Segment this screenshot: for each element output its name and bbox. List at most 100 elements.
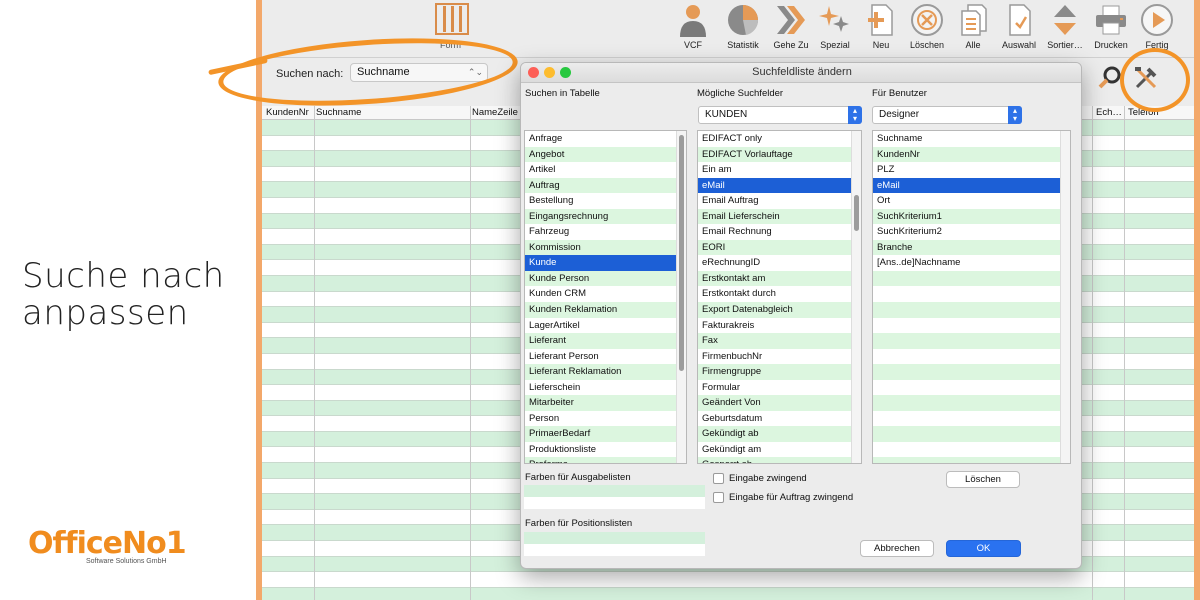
output-color-even[interactable] [524, 497, 705, 509]
auswahl-label: Auswahl [1001, 40, 1037, 50]
col-suchname[interactable]: Suchname [316, 107, 361, 118]
user-field-list-item[interactable]: KundenNr [873, 146, 1070, 163]
alle-button[interactable]: Alle [948, 0, 998, 50]
field-list-item[interactable]: EORI [698, 239, 861, 256]
field-list-item[interactable]: EDIFACT Vorlauftage [698, 146, 861, 163]
field-list-item[interactable]: Formular [698, 379, 861, 396]
field-list-item[interactable]: Ein am [698, 162, 861, 178]
table-list-item[interactable]: Lieferant [525, 333, 686, 349]
field-list-item[interactable]: Geburtsdatum [698, 410, 861, 427]
statistik-button[interactable]: Statistik [718, 0, 768, 50]
gehe-zu-label: Gehe Zu [773, 40, 809, 50]
tables-scrollbar[interactable] [676, 131, 686, 463]
sortieren-button[interactable]: Sortier… [1040, 0, 1090, 50]
abacus-icon[interactable] [434, 2, 470, 36]
table-row[interactable] [262, 572, 1194, 588]
scroll-thumb[interactable] [854, 195, 859, 231]
empty-list-row [873, 317, 1070, 334]
table-list-item[interactable]: Artikel [525, 162, 686, 178]
table-list-item[interactable]: LagerArtikel [525, 317, 686, 334]
empty-list-row [873, 302, 1070, 318]
cancel-button[interactable]: Abbrechen [860, 540, 934, 557]
tables-list[interactable]: Anfrage Angebot Artikel Auftrag Bestellung Ei… [524, 130, 687, 464]
table-list-item[interactable]: Bestellung [525, 193, 686, 209]
user-field-list-item[interactable]: [Ans..de]Nachname [873, 255, 1070, 271]
field-list-item[interactable]: Erstkontakt am [698, 270, 861, 287]
table-list-item[interactable]: Proforma [525, 457, 686, 463]
loeschen-button[interactable]: Löschen [902, 0, 952, 50]
table-list-item[interactable]: Kunde Person [525, 270, 686, 287]
user-field-list-item[interactable]: SuchKriterium2 [873, 224, 1070, 240]
field-list-item[interactable]: eMail [698, 177, 861, 194]
auswahl-button[interactable]: Auswahl [994, 0, 1044, 50]
spezial-button[interactable]: Spezial [810, 0, 860, 50]
neu-button[interactable]: Neu [856, 0, 906, 50]
scroll-thumb[interactable] [679, 135, 684, 371]
table-list-item[interactable]: Auftrag [525, 177, 686, 194]
dialog-titlebar: Suchfeldliste ändern [521, 63, 1081, 83]
table-list-item[interactable]: Person [525, 410, 686, 427]
user-field-list-item[interactable]: SuchKriterium1 [873, 208, 1070, 225]
drucken-button[interactable]: Drucken [1086, 0, 1136, 50]
field-list-item[interactable]: Export Datenabgleich [698, 302, 861, 318]
updown-chevron-icon: ▴ ▾ [1008, 106, 1022, 124]
search-field-dialog: Suchfeldliste ändern Suchen in Tabelle M… [520, 62, 1082, 569]
table-list-item[interactable]: Angebot [525, 146, 686, 163]
col-namezeile[interactable]: NameZeile [472, 107, 518, 118]
user-field-list-item[interactable]: Ort [873, 193, 1070, 209]
table-list-item[interactable]: Kommission [525, 239, 686, 256]
col-kundennr[interactable]: KundenNr [266, 107, 309, 118]
table-list-item[interactable]: Produktionsliste [525, 441, 686, 458]
user-field-list-item[interactable]: Suchname [873, 131, 1070, 147]
user-fields-list[interactable]: Suchname KundenNr PLZ eMail Ort SuchKriterium… [872, 130, 1071, 464]
field-list-item[interactable]: Email Auftrag [698, 193, 861, 209]
field-list-item[interactable]: Email Lieferschein [698, 208, 861, 225]
required-checkbox[interactable] [713, 473, 724, 484]
field-list-item[interactable]: Fax [698, 333, 861, 349]
fields-list[interactable]: EDIFACT only EDIFACT Vorlauftage Ein am eMa… [697, 130, 862, 464]
empty-list-row [873, 457, 1070, 463]
vcf-button[interactable]: VCF [668, 0, 718, 50]
field-list-item[interactable]: Erstkontakt durch [698, 286, 861, 303]
user-field-list-item[interactable]: Branche [873, 239, 1070, 256]
field-list-item[interactable]: eRechnungID [698, 255, 861, 271]
field-list-item[interactable]: FirmenbuchNr [698, 348, 861, 365]
field-list-item[interactable]: Gesperrt ab [698, 457, 861, 463]
user-combo[interactable]: Designer ▴ ▾ [872, 106, 1022, 124]
user-field-list-item[interactable]: PLZ [873, 162, 1070, 178]
table-row[interactable] [262, 587, 1194, 600]
ok-button[interactable]: OK [946, 540, 1021, 557]
output-color-odd[interactable] [524, 485, 705, 497]
sparkle-icon [813, 0, 857, 40]
table-list-item[interactable]: Anfrage [525, 131, 686, 147]
table-list-item[interactable]: Lieferant Reklamation [525, 364, 686, 380]
table-list-item[interactable]: Kunden CRM [525, 286, 686, 303]
table-combo[interactable]: KUNDEN ▴ ▾ [698, 106, 862, 124]
table-list-item[interactable]: Fahrzeug [525, 224, 686, 240]
table-list-item[interactable]: Kunde [525, 255, 686, 271]
user-scrollbar[interactable] [1060, 131, 1070, 463]
field-list-item[interactable]: Email Rechnung [698, 224, 861, 240]
field-list-item[interactable]: Gekündigt ab [698, 426, 861, 442]
delete-button[interactable]: Löschen [946, 471, 1020, 488]
fertig-button[interactable]: Fertig [1132, 0, 1182, 50]
order-required-checkbox[interactable] [713, 492, 724, 503]
table-list-item[interactable]: Lieferschein [525, 379, 686, 396]
position-color-odd[interactable] [524, 532, 705, 544]
field-list-item[interactable]: Firmengruppe [698, 364, 861, 380]
position-color-even[interactable] [524, 544, 705, 556]
col-ech[interactable]: Ech… [1096, 107, 1122, 118]
empty-list-row [873, 426, 1070, 442]
table-list-item[interactable]: Lieferant Person [525, 348, 686, 365]
field-list-item[interactable]: Fakturakreis [698, 317, 861, 334]
table-list-item[interactable]: Eingangsrechnung [525, 208, 686, 225]
field-list-item[interactable]: Geändert Von [698, 395, 861, 411]
field-list-item[interactable]: Gekündigt am [698, 441, 861, 458]
field-list-item[interactable]: EDIFACT only [698, 131, 861, 147]
table-list-item[interactable]: PrimaerBedarf [525, 426, 686, 442]
fields-scrollbar[interactable] [851, 131, 861, 463]
user-field-list-item[interactable]: eMail [873, 177, 1070, 194]
table-list-item[interactable]: Kunden Reklamation [525, 302, 686, 318]
gehe-zu-button[interactable]: Gehe Zu [766, 0, 816, 50]
table-list-item[interactable]: Mitarbeiter [525, 395, 686, 411]
